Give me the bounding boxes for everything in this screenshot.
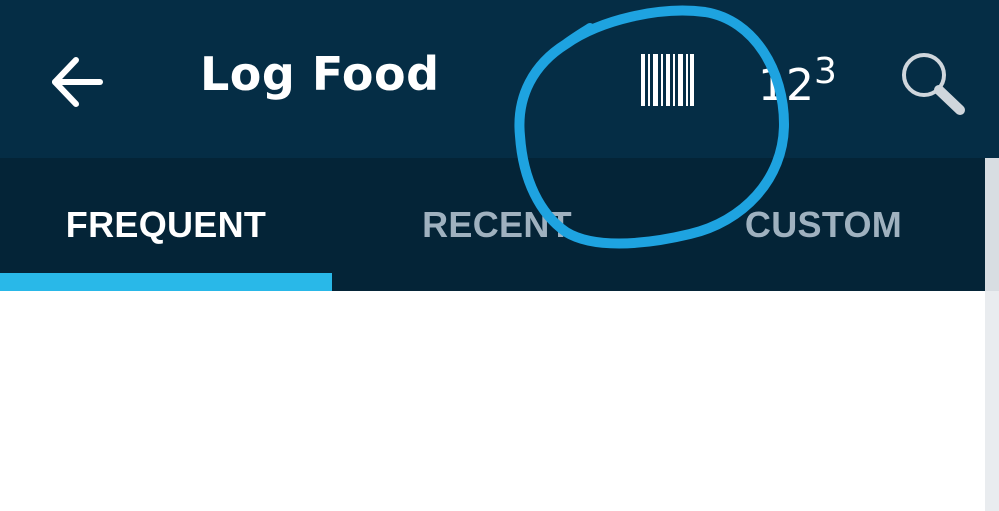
back-button[interactable] bbox=[46, 50, 110, 114]
content-area bbox=[0, 291, 999, 511]
magnifier-icon bbox=[902, 53, 965, 115]
tab-frequent[interactable]: FREQUENT bbox=[0, 158, 332, 291]
tab-custom[interactable]: CUSTOM bbox=[662, 158, 985, 291]
barcode-scan-button[interactable] bbox=[638, 52, 696, 108]
manual-entry-superscript: 3 bbox=[814, 51, 837, 92]
tab-bar-edge bbox=[985, 158, 999, 291]
tab-recent[interactable]: RECENT bbox=[332, 158, 662, 291]
search-button[interactable] bbox=[896, 48, 968, 116]
page-title: Log Food bbox=[200, 47, 440, 101]
barcode-icon bbox=[641, 54, 694, 106]
content-edge bbox=[985, 291, 999, 511]
arrow-left-icon bbox=[52, 57, 103, 107]
manual-entry-base: 12 bbox=[758, 60, 814, 111]
selected-tab-indicator bbox=[0, 273, 332, 291]
log-food-screen: Log Food 12 3 FREQUENT RECENT CUSTOM bbox=[0, 0, 999, 511]
manual-entry-button[interactable]: 12 3 bbox=[758, 48, 850, 116]
